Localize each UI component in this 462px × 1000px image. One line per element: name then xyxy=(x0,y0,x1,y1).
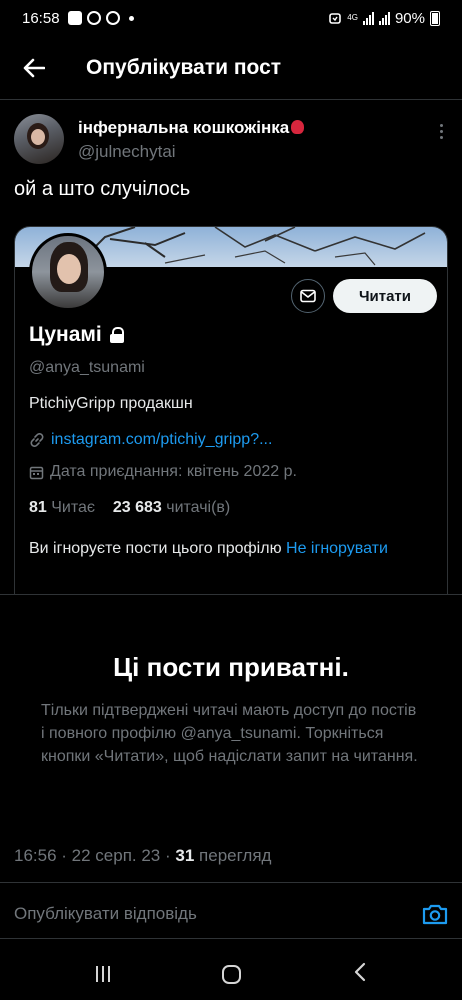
status-time: 16:58 xyxy=(22,9,60,27)
alarm-icon xyxy=(329,13,342,24)
meta-divider xyxy=(0,882,462,883)
recent-apps-button[interactable] xyxy=(96,966,111,982)
signal-1-icon xyxy=(362,11,374,25)
author-name[interactable]: інфернальна кошкожінка xyxy=(78,118,305,138)
follow-button[interactable]: Читати xyxy=(333,279,437,313)
profile-avatar[interactable] xyxy=(29,233,107,311)
private-heading: Ці пости приватні. xyxy=(113,652,349,682)
network-type: 4G xyxy=(347,13,358,22)
page-title: Опублікувати пост xyxy=(86,56,282,79)
post-timestamp: 16:56 · 22 серп. 23 · xyxy=(14,846,171,865)
profile-bio: PtichiyGripp продакшн xyxy=(29,395,193,412)
quoted-profile-card[interactable]: Читати Цунамі @anya_tsunami PtichiyGripp… xyxy=(14,226,448,594)
join-date-text: Дата приєднання: квітень 2022 р. xyxy=(50,463,297,480)
profile-name-text: Цунамі xyxy=(29,323,102,346)
followers-count: 23 683 xyxy=(112,499,162,516)
reply-input[interactable]: Опублікувати відповідь xyxy=(14,904,197,924)
header-divider xyxy=(0,99,462,100)
ignore-notice: Ви ігноруєте пости цього профілю Не ігно… xyxy=(29,537,429,560)
back-button[interactable] xyxy=(14,48,54,88)
battery-percent: 90% xyxy=(394,9,425,27)
author-handle[interactable]: @julnechytai xyxy=(78,142,176,162)
camera-button[interactable] xyxy=(422,903,448,925)
following-stat[interactable]: 81 Читає xyxy=(29,499,95,516)
author-name-text: інфернальна кошкожінка xyxy=(78,118,290,137)
battery-icon xyxy=(430,10,440,26)
profile-join-date: Дата приєднання: квітень 2022 р. xyxy=(29,463,297,481)
private-description: Тільки підтверджені читачі мають доступ … xyxy=(41,702,418,765)
views-count: 31 xyxy=(175,846,195,865)
card-divider xyxy=(0,594,462,595)
envelope-icon xyxy=(300,289,316,303)
unignore-link[interactable]: Не ігнорувати xyxy=(286,540,388,557)
reply-divider xyxy=(0,938,462,939)
views-label: перегляд xyxy=(199,846,272,865)
message-button[interactable] xyxy=(291,279,325,313)
lock-icon xyxy=(109,327,124,343)
profile-handle: @anya_tsunami xyxy=(29,359,145,376)
following-label: Читає xyxy=(51,499,96,516)
reply-bar[interactable]: Опублікувати відповідь xyxy=(0,890,462,938)
link-icon xyxy=(30,433,44,447)
ignore-notice-text: Ви ігноруєте пости цього профілю xyxy=(29,540,282,557)
system-nav-bar xyxy=(0,948,462,1000)
following-count: 81 xyxy=(29,499,47,516)
author-avatar[interactable] xyxy=(14,114,64,164)
arrow-left-icon xyxy=(23,58,45,78)
profile-stats: 81 Читає 23 683 читачі(в) xyxy=(29,499,230,517)
more-options-button[interactable] xyxy=(438,124,444,139)
rose-emoji-icon xyxy=(291,120,305,134)
calendar-icon xyxy=(29,466,44,479)
followers-label: читачі(в) xyxy=(166,499,231,516)
more-notifications-dot-icon xyxy=(128,15,134,21)
post-text: ой а што случілось xyxy=(14,178,191,200)
chrome-icon xyxy=(105,11,120,25)
viber-icon xyxy=(86,11,101,25)
gallery-icon xyxy=(67,11,82,25)
followers-stat[interactable]: 23 683 читачі(в) xyxy=(113,499,230,516)
signal-2-icon xyxy=(378,11,390,25)
profile-link-text[interactable]: instagram.com/ptichiy_gripp?... xyxy=(51,431,272,449)
system-back-button[interactable] xyxy=(354,962,366,987)
profile-name: Цунамі xyxy=(29,323,124,347)
camera-icon xyxy=(422,904,448,925)
system-status: 4G 90% xyxy=(328,10,440,27)
status-bar: 16:58 4G 90% xyxy=(0,0,462,36)
post-meta: 16:56 · 22 серп. 23 · 31 перегляд xyxy=(14,846,271,866)
profile-link[interactable]: instagram.com/ptichiy_gripp?... xyxy=(29,431,272,449)
post-author: інфернальна кошкожінка @julnechytai xyxy=(14,114,448,166)
top-app-bar: Опублікувати пост xyxy=(0,40,462,96)
private-posts-notice: Ці пости приватні. Тільки підтверджені ч… xyxy=(0,652,462,768)
home-button[interactable] xyxy=(222,964,242,984)
notification-icons xyxy=(67,11,134,25)
chevron-left-icon xyxy=(354,962,365,981)
